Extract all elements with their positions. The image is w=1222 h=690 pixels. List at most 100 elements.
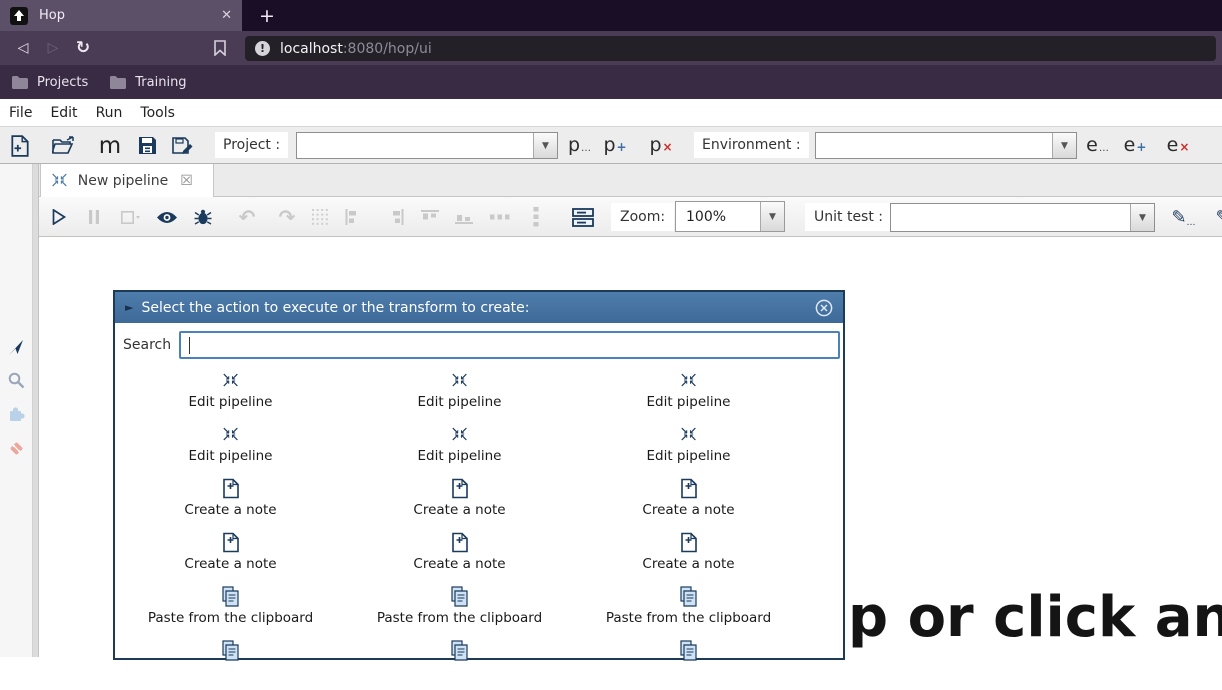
environment-label: Environment :: [694, 132, 809, 158]
dialog-item[interactable]: [345, 636, 574, 690]
add-environment-button[interactable]: e+: [1121, 132, 1149, 160]
pause-icon[interactable]: [89, 197, 99, 237]
note-icon: [681, 477, 697, 500]
dialog-item[interactable]: ↘↙↗↖Edit pipeline: [116, 420, 345, 474]
dialog-item-label: Create a note: [184, 556, 276, 572]
align-top-icon[interactable]: [421, 197, 439, 237]
unit-test-dropdown-icon[interactable]: ▼: [1130, 204, 1154, 231]
unit-test-label: Unit test :: [805, 203, 892, 231]
preview-icon[interactable]: [156, 197, 178, 237]
tab-close-icon[interactable]: ✕: [221, 8, 232, 23]
project-value[interactable]: [297, 133, 533, 158]
pipeline-icon: ↘↙↗↖: [51, 174, 68, 188]
dialog-item[interactable]: Create a note: [345, 474, 574, 528]
project-combobox[interactable]: ▼: [296, 132, 558, 159]
data-orchestration-perspective-icon[interactable]: [0, 334, 33, 360]
bookmark-folder-projects[interactable]: Projects: [12, 75, 88, 90]
browser-tab-title: Hop: [39, 8, 221, 23]
unit-test-value[interactable]: [891, 204, 1130, 231]
menu-file[interactable]: File: [0, 105, 41, 121]
bookmark-folder-training[interactable]: Training: [110, 75, 186, 90]
tab-new-pipeline[interactable]: ↘↙↗↖ New pipeline ☒: [40, 164, 214, 197]
bookmarks-bar: Projects Training: [0, 65, 1222, 99]
note-icon: [681, 531, 697, 554]
tab-close-icon[interactable]: ☒: [180, 173, 193, 189]
zoom-combobox[interactable]: 100% ▼: [675, 201, 785, 232]
dialog-item[interactable]: ↘↙↗↖Edit pipeline: [574, 366, 803, 420]
redo-icon[interactable]: ↷: [279, 197, 296, 237]
zoom-dropdown-icon[interactable]: ▼: [760, 202, 784, 231]
clear-unit-test-icon[interactable]: ✎: [1215, 197, 1222, 237]
dialog-item[interactable]: ↘↙↗↖Edit pipeline: [345, 420, 574, 474]
align-left-icon[interactable]: [346, 197, 359, 237]
debug-icon[interactable]: [194, 197, 212, 237]
align-bottom-icon[interactable]: [455, 197, 473, 237]
plugins-perspective-icon[interactable]: [0, 401, 33, 427]
menu-run[interactable]: Run: [87, 105, 132, 121]
align-right-icon[interactable]: [391, 197, 404, 237]
dialog-item[interactable]: ↘↙↗↖Edit pipeline: [116, 366, 345, 420]
delete-project-button[interactable]: p×: [647, 132, 675, 160]
pipeline-icon: ↘↙↗↖: [451, 369, 468, 392]
dialog-item[interactable]: Create a note: [116, 528, 345, 582]
dialog-item[interactable]: Paste from the clipboard: [574, 582, 803, 636]
environment-combobox[interactable]: ▼: [815, 132, 1077, 159]
metadata-button[interactable]: m: [94, 130, 126, 161]
distribute-vertical-icon[interactable]: [532, 197, 540, 237]
dialog-item[interactable]: ↘↙↗↖Edit pipeline: [345, 366, 574, 420]
environment-dropdown-icon[interactable]: ▼: [1052, 133, 1076, 158]
pipeline-icon: ↘↙↗↖: [222, 423, 239, 446]
stop-icon[interactable]: [121, 197, 141, 237]
dialog-item[interactable]: Paste from the clipboard: [116, 582, 345, 636]
undo-icon[interactable]: ↶: [239, 197, 256, 237]
edit-environment-button[interactable]: e…: [1083, 132, 1111, 160]
back-icon[interactable]: ◁: [8, 40, 38, 56]
dialog-item[interactable]: [116, 636, 345, 690]
zoom-value[interactable]: 100%: [676, 202, 760, 231]
execution-results-icon[interactable]: [572, 197, 594, 237]
dialog-close-icon[interactable]: [815, 299, 833, 317]
reload-icon[interactable]: ↻: [68, 38, 98, 58]
dialog-item[interactable]: Paste from the clipboard: [345, 582, 574, 636]
delete-environment-button[interactable]: e×: [1164, 132, 1192, 160]
dialog-header[interactable]: ► Select the action to execute or the tr…: [115, 292, 843, 323]
menu-edit[interactable]: Edit: [41, 105, 86, 121]
note-icon: [452, 477, 468, 500]
bookmark-icon[interactable]: [214, 40, 244, 56]
dialog-item[interactable]: Create a note: [574, 474, 803, 528]
new-file-button[interactable]: [4, 130, 36, 161]
dialog-item[interactable]: Create a note: [574, 528, 803, 582]
distribute-horizontal-icon[interactable]: [490, 197, 510, 237]
edit-unit-test-icon[interactable]: ✎…: [1171, 197, 1194, 237]
dialog-item[interactable]: ↘↙↗↖Edit pipeline: [574, 420, 803, 474]
save-button[interactable]: [131, 130, 163, 161]
search-input[interactable]: [179, 331, 840, 359]
run-icon[interactable]: [52, 197, 67, 237]
project-dropdown-icon[interactable]: ▼: [533, 133, 557, 158]
browser-tab[interactable]: Hop ✕: [0, 0, 242, 31]
search-perspective-icon[interactable]: [0, 367, 33, 393]
tab-label: New pipeline: [78, 173, 169, 189]
git-perspective-icon[interactable]: [0, 435, 33, 461]
dialog-item[interactable]: [574, 636, 803, 690]
site-info-icon[interactable]: !: [255, 41, 270, 56]
forward-icon[interactable]: ▷: [38, 40, 68, 56]
dialog-item-label: Create a note: [413, 556, 505, 572]
snap-to-grid-icon[interactable]: [312, 197, 328, 237]
edit-project-button[interactable]: p…: [565, 132, 593, 160]
file-tab-bar: ↘↙↗↖ New pipeline ☒: [39, 164, 1222, 197]
add-project-button[interactable]: p+: [601, 132, 629, 160]
note-icon: [452, 531, 468, 554]
new-tab-button[interactable]: +: [252, 0, 282, 31]
unit-test-combobox[interactable]: ▼: [890, 203, 1155, 232]
save-as-button[interactable]: [167, 130, 199, 161]
open-file-button[interactable]: [48, 130, 80, 161]
dialog-item[interactable]: Create a note: [116, 474, 345, 528]
canvas-hint-text: p or click anyw: [848, 585, 1222, 650]
dialog-item[interactable]: Create a note: [345, 528, 574, 582]
dialog-item-label: Paste from the clipboard: [606, 610, 771, 626]
pipeline-toolbar: ↶ ↷ Zoom: 100% ▼ Unit test : ▼ ✎… ✎: [39, 197, 1222, 237]
environment-value[interactable]: [816, 133, 1052, 158]
menu-tools[interactable]: Tools: [131, 105, 184, 121]
url-bar[interactable]: ! localhost:8080/hop/ui: [245, 36, 1216, 61]
